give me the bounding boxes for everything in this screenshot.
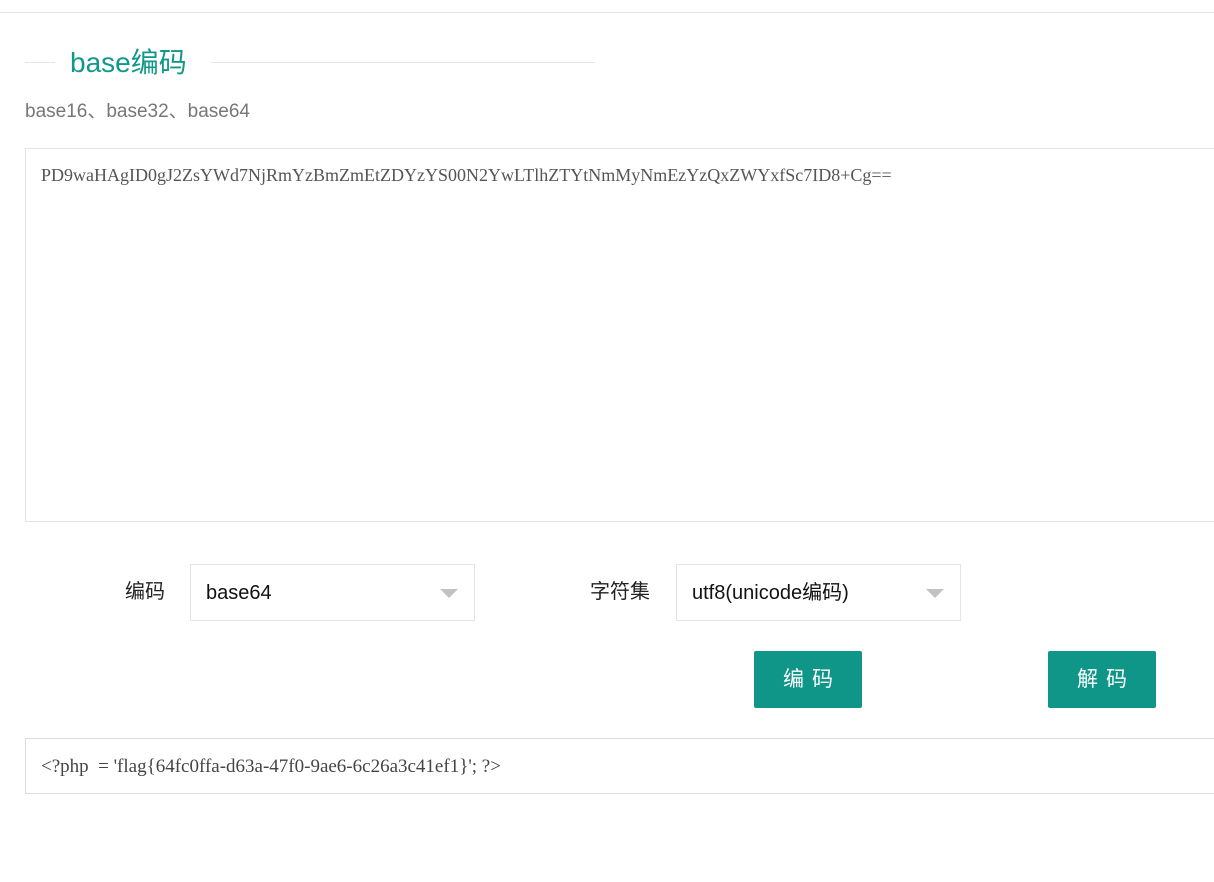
chevron-down-icon	[926, 589, 944, 598]
decode-button[interactable]: 解码	[1048, 651, 1156, 708]
section-header: base编码	[25, 44, 595, 84]
title-line-right	[211, 62, 595, 63]
charset-select[interactable]: utf8(unicode编码)	[676, 564, 961, 621]
encode-button[interactable]: 编码	[754, 651, 862, 708]
encoding-select-value: base64	[206, 582, 272, 604]
page-subtitle: base16、base32、base64	[25, 101, 251, 122]
page-title: base编码	[70, 47, 187, 78]
charset-select-value: utf8(unicode编码)	[692, 582, 849, 604]
encoding-select[interactable]: base64	[190, 564, 475, 621]
title-line-left	[25, 62, 55, 63]
charset-label: 字符集	[590, 581, 650, 603]
input-textarea[interactable]: PD9waHAgID0gJ2ZsYWd7NjRmYzBmZmEtZDYzYS00…	[25, 148, 1214, 522]
encoding-label: 编码	[125, 581, 165, 603]
output-field[interactable]: <?php = 'flag{64fc0ffa-d63a-47f0-9ae6-6c…	[25, 738, 1214, 794]
top-divider	[0, 12, 1214, 13]
chevron-down-icon	[440, 589, 458, 598]
input-text: PD9waHAgID0gJ2ZsYWd7NjRmYzBmZmEtZDYzYS00…	[41, 165, 892, 185]
output-text: <?php = 'flag{64fc0ffa-d63a-47f0-9ae6-6c…	[41, 756, 501, 777]
